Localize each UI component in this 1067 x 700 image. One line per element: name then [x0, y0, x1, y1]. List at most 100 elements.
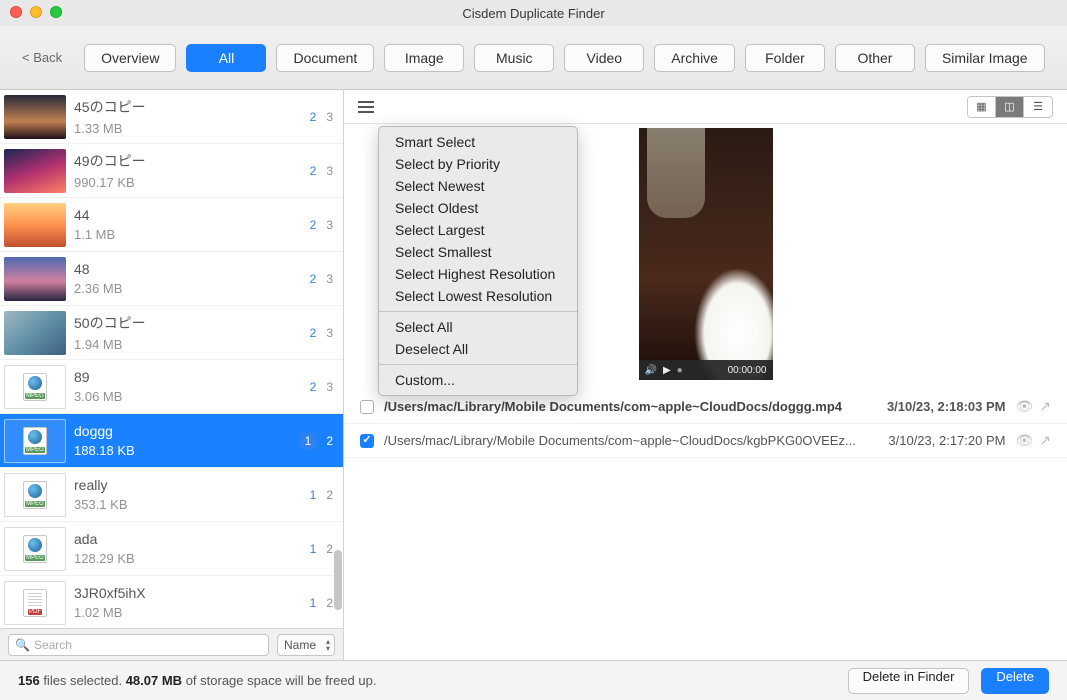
tab-archive[interactable]: Archive: [654, 44, 735, 72]
item-name: doggg: [74, 423, 300, 439]
list-item[interactable]: MPEG893.06 MB23: [0, 360, 343, 414]
freed-size: 48.07 MB: [126, 673, 182, 688]
status-text: 156 files selected. 48.07 MB of storage …: [18, 673, 376, 688]
sidebar: 45のコピー1.33 MB2349のコピー990.17 KB23 44 1.1 MB…: [0, 90, 344, 660]
list-item[interactable]: 482.36 MB23: [0, 252, 343, 306]
view-switch: ▦ ◫ ☰: [967, 96, 1053, 118]
file-checkbox[interactable]: [360, 400, 374, 414]
item-size: 1.1 MB: [74, 227, 310, 242]
tab-image[interactable]: Image: [384, 44, 464, 72]
item-size: 353.1 KB: [74, 497, 310, 512]
reveal-icon[interactable]: ↗: [1039, 432, 1051, 449]
tab-overview[interactable]: Overview: [84, 44, 176, 72]
item-name: 44: [74, 207, 310, 223]
reveal-icon[interactable]: ↗: [1039, 398, 1051, 415]
sort-select[interactable]: Name ▴▾: [277, 634, 335, 656]
tab-video[interactable]: Video: [564, 44, 644, 72]
menu-item-select-largest[interactable]: Select Largest: [379, 219, 577, 241]
tab-similar-image[interactable]: Similar Image: [925, 44, 1045, 72]
thumbnail: [4, 257, 66, 301]
duplicate-groups-list: 45のコピー1.33 MB2349のコピー990.17 KB23 44 1.1 MB…: [0, 90, 343, 628]
file-date: 3/10/23, 2:17:20 PM: [888, 433, 1005, 448]
item-name: really: [74, 477, 310, 493]
list-item[interactable]: MPEGdoggg188.18 KB12: [0, 414, 343, 468]
scrollbar-handle[interactable]: [334, 550, 342, 610]
progress-dot[interactable]: ●: [677, 365, 683, 376]
thumbnail: [4, 311, 66, 355]
view-columns-icon[interactable]: ◫: [996, 97, 1024, 117]
list-item[interactable]: 44 1.1 MB23: [0, 198, 343, 252]
close-icon[interactable]: [10, 6, 22, 18]
video-timestamp: 00:00:00: [728, 365, 767, 376]
view-grid-icon[interactable]: ▦: [968, 97, 996, 117]
item-size: 1.33 MB: [74, 121, 310, 136]
view-list-icon[interactable]: ☰: [1024, 97, 1052, 117]
item-total-count: 2: [326, 488, 333, 502]
sidebar-footer: 🔍 Search Name ▴▾: [0, 628, 343, 660]
item-total-count: 3: [326, 218, 333, 232]
video-frame: [639, 128, 773, 380]
file-path: /Users/mac/Library/Mobile Documents/com~…: [384, 433, 878, 448]
item-size: 128.29 KB: [74, 551, 310, 566]
footer: 156 files selected. 48.07 MB of storage …: [0, 660, 1067, 700]
back-button[interactable]: < Back: [12, 44, 72, 71]
tab-other[interactable]: Other: [835, 44, 915, 72]
item-selected-count: 2: [310, 326, 317, 340]
file-row[interactable]: /Users/mac/Library/Mobile Documents/com~…: [344, 424, 1067, 458]
thumbnail: MPEG: [4, 473, 66, 517]
minimize-icon[interactable]: [30, 6, 42, 18]
quicklook-icon[interactable]: 👁: [1015, 398, 1033, 415]
list-item[interactable]: 50のコピー1.94 MB23: [0, 306, 343, 360]
item-selected-count: 2: [310, 110, 317, 124]
item-total-count: 3: [326, 272, 333, 286]
zoom-icon[interactable]: [50, 6, 62, 18]
list-item[interactable]: MPEGada128.29 KB12: [0, 522, 343, 576]
selection-dropdown: Smart SelectSelect by PrioritySelect New…: [378, 126, 578, 396]
menu-item-select-by-priority[interactable]: Select by Priority: [379, 153, 577, 175]
file-date: 3/10/23, 2:18:03 PM: [887, 399, 1006, 414]
search-input[interactable]: 🔍 Search: [8, 634, 269, 656]
list-item[interactable]: 45のコピー1.33 MB23: [0, 90, 343, 144]
mute-icon[interactable]: 🔊: [645, 365, 657, 376]
item-selected-count: 1: [300, 433, 317, 449]
menu-item-select-newest[interactable]: Select Newest: [379, 175, 577, 197]
tab-all[interactable]: All: [186, 44, 266, 72]
tab-folder[interactable]: Folder: [745, 44, 825, 72]
item-total-count: 2: [326, 542, 333, 556]
menu-item-select-highest-resolution[interactable]: Select Highest Resolution: [379, 263, 577, 285]
item-size: 188.18 KB: [74, 443, 300, 458]
list-item[interactable]: MPEG really 353.1 KB12: [0, 468, 343, 522]
thumbnail: [4, 95, 66, 139]
item-total-count: 2: [326, 434, 333, 448]
video-preview[interactable]: 🔊 ▶ ● 00:00:00: [639, 128, 773, 380]
delete-in-finder-button[interactable]: Delete in Finder: [848, 668, 970, 694]
menu-item-select-all[interactable]: Select All: [379, 316, 577, 338]
delete-button[interactable]: Delete: [981, 668, 1049, 694]
category-tabs: Overview All Document Image Music Video Archiv…: [84, 44, 1044, 72]
item-name: ada: [74, 531, 310, 547]
menu-item-select-lowest-resolution[interactable]: Select Lowest Resolution: [379, 285, 577, 307]
item-total-count: 3: [326, 110, 333, 124]
thumbnail: MPEG: [4, 527, 66, 571]
menu-item-custom-[interactable]: Custom...: [379, 369, 577, 391]
list-item[interactable]: PDF3JR0xf5ihX1.02 MB12: [0, 576, 343, 628]
item-selected-count: 1: [310, 488, 317, 502]
item-selected-count: 2: [310, 218, 317, 232]
file-path: /Users/mac/Library/Mobile Documents/com~…: [384, 399, 877, 414]
list-item[interactable]: 49のコピー990.17 KB23: [0, 144, 343, 198]
selected-count: 156: [18, 673, 40, 688]
play-icon[interactable]: ▶: [663, 365, 671, 376]
search-icon: 🔍: [15, 638, 30, 652]
selection-menu-button[interactable]: [358, 101, 374, 113]
sort-label: Name: [284, 638, 316, 652]
menu-item-deselect-all[interactable]: Deselect All: [379, 338, 577, 360]
menu-item-select-oldest[interactable]: Select Oldest: [379, 197, 577, 219]
item-name: 48: [74, 261, 310, 277]
tab-music[interactable]: Music: [474, 44, 554, 72]
quicklook-icon[interactable]: 👁: [1015, 432, 1033, 449]
file-checkbox[interactable]: [360, 434, 374, 448]
menu-item-select-smallest[interactable]: Select Smallest: [379, 241, 577, 263]
tab-document[interactable]: Document: [276, 44, 374, 72]
menu-item-smart-select[interactable]: Smart Select: [379, 131, 577, 153]
titlebar: Cisdem Duplicate Finder: [0, 0, 1067, 26]
